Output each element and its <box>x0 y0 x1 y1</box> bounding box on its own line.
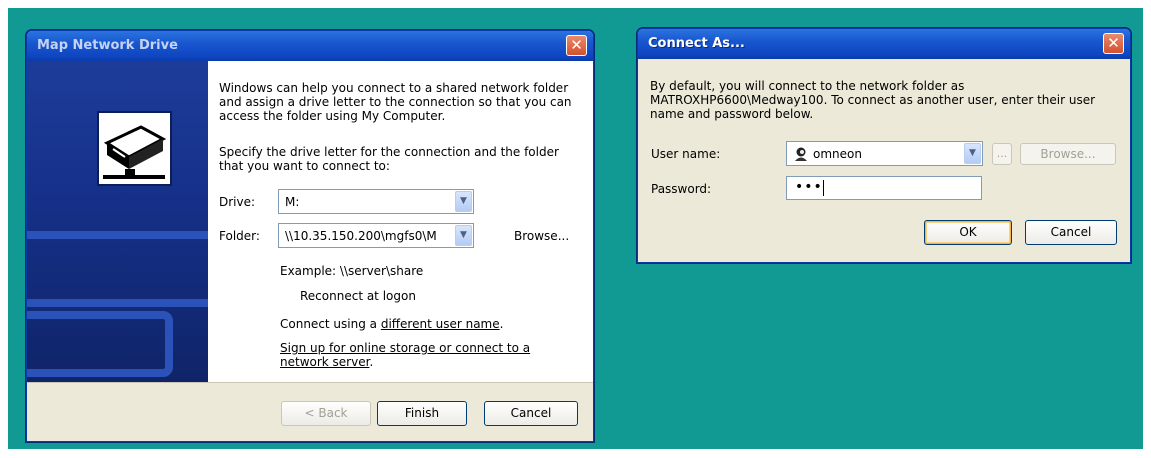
connect-suffix: . <box>499 317 504 331</box>
instruction-text: Specify the drive letter for the connect… <box>219 145 559 173</box>
decorative-shape <box>27 231 208 307</box>
connect-using-text: Connect using a different user name. <box>280 317 503 331</box>
signup-text: Sign up for online storage or connect to… <box>280 341 550 369</box>
text-caret <box>823 180 824 196</box>
network-drive-icon <box>97 111 172 186</box>
connect-prefix: Connect using a <box>280 317 381 331</box>
wizard-content: Windows can help you connect to a shared… <box>208 61 593 382</box>
drive-select[interactable]: M: ▼ <box>278 189 474 214</box>
wizard-footer: < Back Finish Cancel <box>27 382 593 441</box>
folder-label: Folder: <box>219 229 260 243</box>
example-text: Example: \\server\share <box>280 264 424 278</box>
chevron-down-icon[interactable]: ▼ <box>455 225 472 246</box>
map-network-drive-titlebar[interactable]: Map Network Drive ✕ <box>27 31 593 61</box>
connect-as-titlebar[interactable]: Connect As... ✕ <box>638 29 1130 59</box>
close-icon[interactable]: ✕ <box>1103 33 1124 54</box>
password-field[interactable]: ••• <box>786 176 982 200</box>
connect-as-window: Connect As... ✕ By default, you will con… <box>637 28 1131 263</box>
window-title: Connect As... <box>648 36 745 51</box>
password-value: ••• <box>795 179 823 195</box>
signup-suffix: . <box>369 355 374 369</box>
screenshot-frame: Map Network Drive ✕ Windows can help you… <box>0 0 1151 458</box>
username-combobox[interactable]: omneon ▼ <box>786 141 983 166</box>
cancel-button[interactable]: Cancel <box>1025 220 1117 245</box>
window-title: Map Network Drive <box>37 38 178 53</box>
user-icon <box>793 146 809 165</box>
connect-as-intro: By default, you will connect to the netw… <box>650 79 1096 121</box>
folder-combobox[interactable]: \\10.35.150.200\mgfs0\M ▼ <box>278 223 474 248</box>
password-label: Password: <box>651 182 712 196</box>
folder-value: \\10.35.150.200\mgfs0\M <box>285 229 437 243</box>
different-user-link[interactable]: different user name <box>381 317 500 331</box>
reconnect-checkbox-label[interactable]: Reconnect at logon <box>300 289 416 303</box>
drive-value: M: <box>285 195 300 209</box>
intro-text: Windows can help you connect to a shared… <box>219 81 572 123</box>
browse-button[interactable]: Browse... <box>1020 143 1116 165</box>
drive-label: Drive: <box>219 195 256 209</box>
ellipsis-button[interactable]: ... <box>992 143 1012 165</box>
connect-as-body: By default, you will connect to the netw… <box>638 59 1130 262</box>
wizard-side-panel <box>27 61 208 382</box>
finish-button[interactable]: Finish <box>377 401 467 426</box>
browse-button[interactable]: Browse... <box>514 229 569 243</box>
close-icon[interactable]: ✕ <box>566 35 587 56</box>
decorative-shape <box>27 311 173 377</box>
username-label: User name: <box>651 147 721 161</box>
cancel-button[interactable]: Cancel <box>484 401 578 426</box>
back-button[interactable]: < Back <box>281 401 371 426</box>
chevron-down-icon[interactable]: ▼ <box>455 191 472 212</box>
map-network-drive-window: Map Network Drive ✕ Windows can help you… <box>26 30 594 442</box>
ok-button[interactable]: OK <box>924 220 1012 245</box>
signup-link[interactable]: Sign up for online storage or connect to… <box>280 341 530 369</box>
username-value: omneon <box>813 147 862 161</box>
chevron-down-icon[interactable]: ▼ <box>964 143 981 164</box>
